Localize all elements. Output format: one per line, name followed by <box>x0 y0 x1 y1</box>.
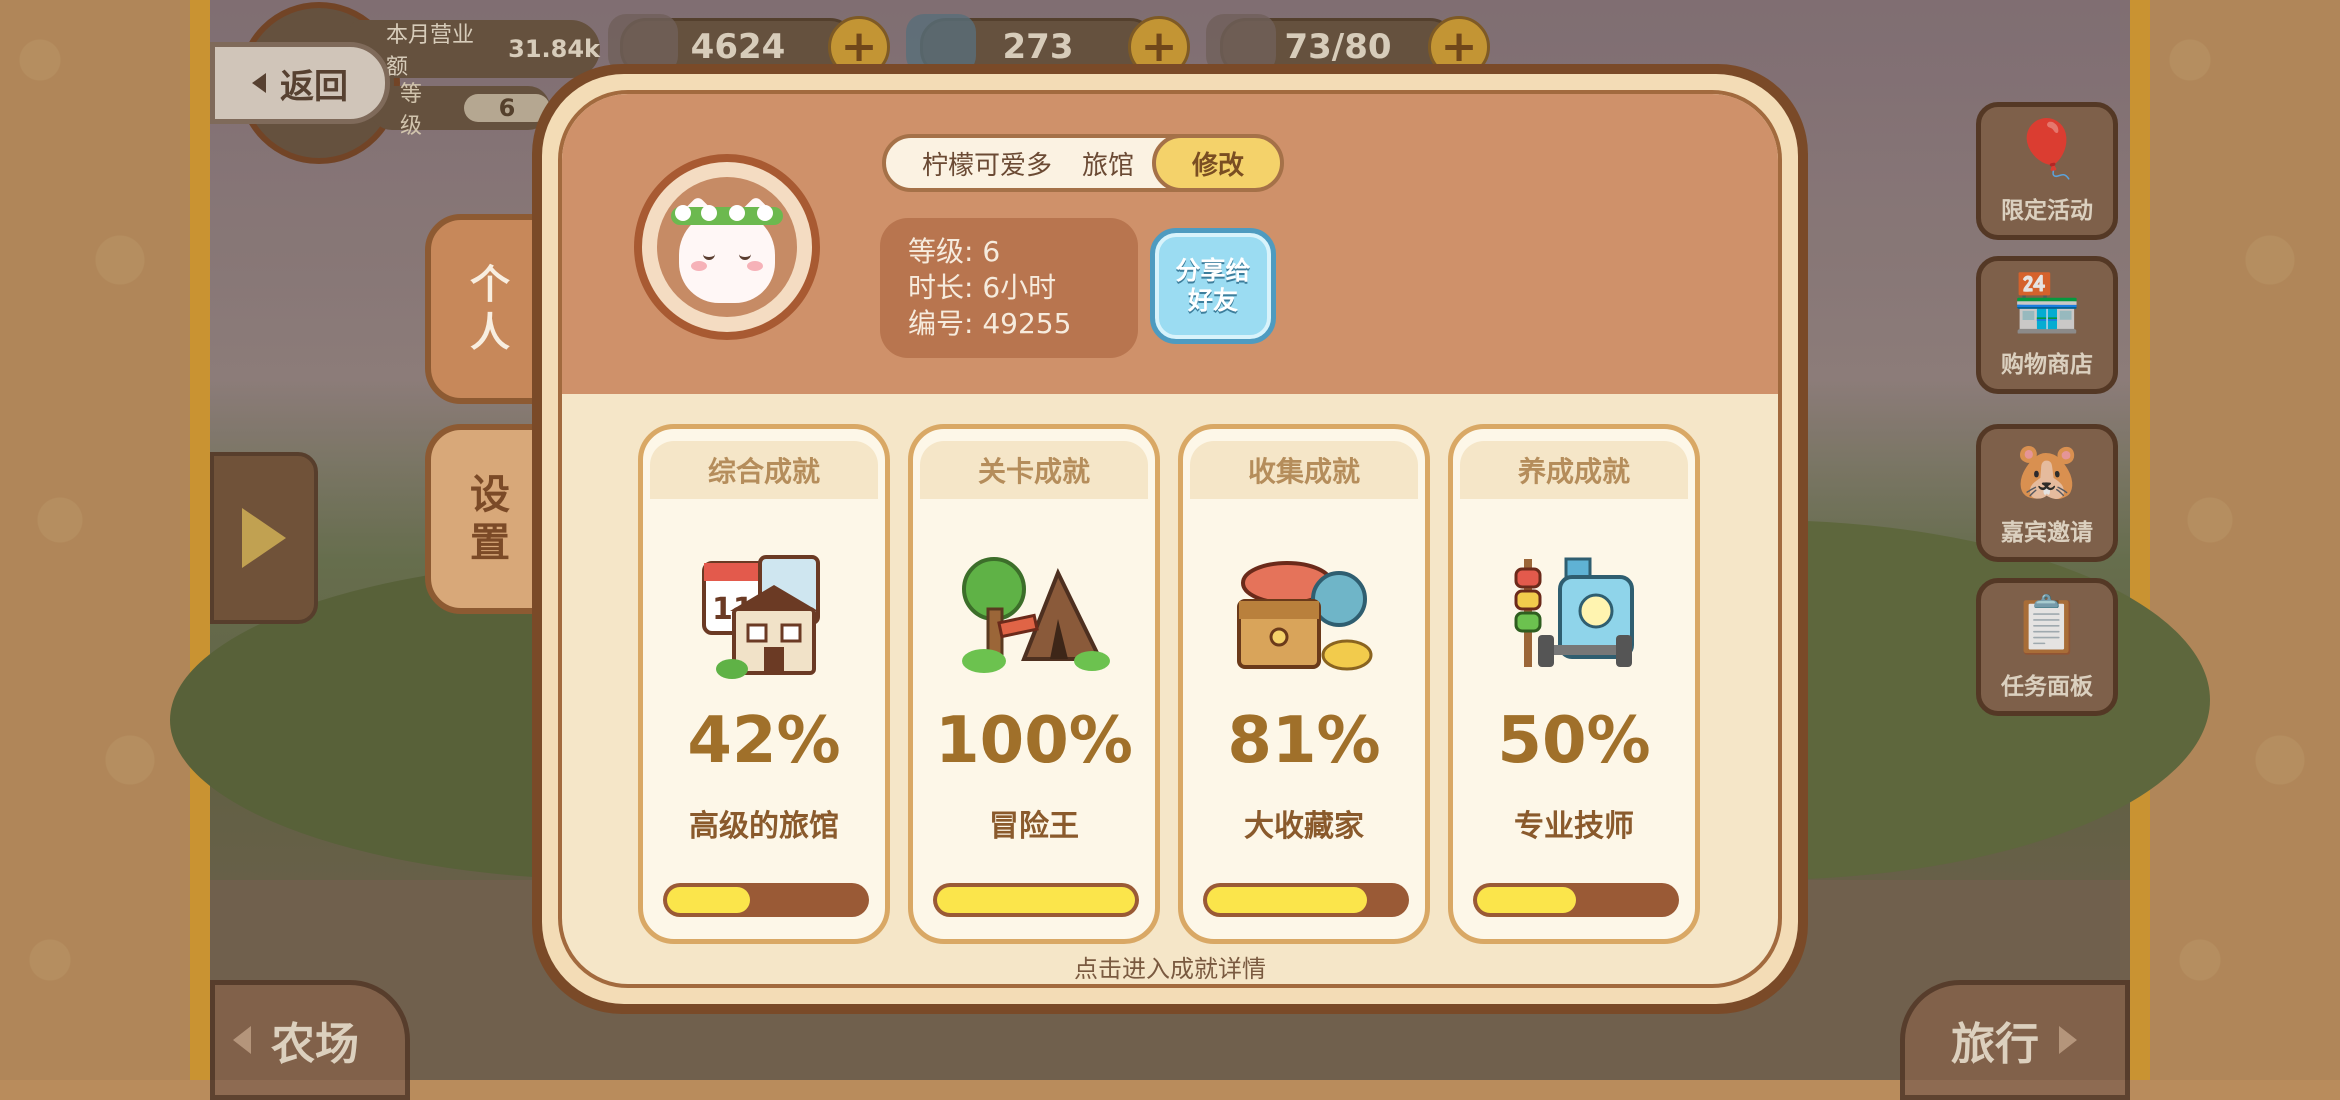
profile-dialog: 柠檬可爱多 旅馆 修改 等级: 6 时长: 6小时 编号: 49255 分享给 … <box>532 64 1808 1014</box>
profile-dialog-frame: 柠檬可爱多 旅馆 修改 等级: 6 时长: 6小时 编号: 49255 分享给 … <box>542 74 1798 1004</box>
achievement-card-collection[interactable]: 收集成就 81% 大收藏家 <box>1178 424 1430 944</box>
achievement-name: 专业技师 <box>1514 809 1634 844</box>
share-label-line1: 分享给 <box>1175 256 1251 285</box>
profile-panel: 柠檬可爱多 旅馆 修改 等级: 6 时长: 6小时 编号: 49255 分享给 … <box>558 90 1782 988</box>
achievement-card-overall[interactable]: 综合成就 11 <box>638 424 890 944</box>
edit-name-button[interactable]: 修改 <box>1152 134 1284 192</box>
fitness-tools-icon <box>1504 549 1644 679</box>
achievement-progress-bar <box>933 883 1139 917</box>
achievement-name: 大收藏家 <box>1244 809 1364 844</box>
achievement-progress-fill <box>1207 887 1368 913</box>
achievement-progress-fill <box>667 887 751 913</box>
tab-personal-label: 个 人 <box>470 262 510 356</box>
share-to-friends-button[interactable]: 分享给 好友 <box>1150 228 1276 344</box>
share-label-line2: 好友 <box>1187 286 1238 315</box>
achievement-percent: 100% <box>935 704 1133 778</box>
inn-suffix: 旅馆 <box>1082 150 1135 181</box>
achievement-title: 关卡成就 <box>920 441 1148 499</box>
inn-name: 柠檬可爱多 <box>922 150 1053 181</box>
profile-duration: 时长: 6小时 <box>908 271 1057 304</box>
achievement-percent: 50% <box>1497 704 1651 778</box>
adventure-camp-icon <box>962 549 1110 679</box>
treasure-chest-icon <box>1234 549 1374 679</box>
achievement-cards: 综合成就 11 <box>638 424 1700 944</box>
achievement-progress-bar <box>663 883 869 917</box>
avatar-portrait <box>657 177 797 317</box>
achievement-progress-fill <box>937 887 1135 913</box>
inn-calendar-icon: 11 <box>694 549 834 679</box>
achievement-title: 养成成就 <box>1460 441 1688 499</box>
achievement-details-hint[interactable]: 点击进入成就详情 <box>562 949 1778 984</box>
flower-wreath-icon <box>671 205 783 225</box>
achievement-percent: 81% <box>1227 704 1381 778</box>
profile-info-box: 等级: 6 时长: 6小时 编号: 49255 <box>880 218 1138 358</box>
achievement-progress-bar <box>1203 883 1409 917</box>
profile-level: 等级: 6 <box>908 235 1001 268</box>
achievement-name: 冒险王 <box>989 809 1079 844</box>
profile-id: 编号: 49255 <box>908 307 1072 340</box>
profile-avatar[interactable] <box>634 154 820 340</box>
tab-settings-label: 设 置 <box>470 472 510 566</box>
achievement-card-growth[interactable]: 养成成就 50% 专业技师 <box>1448 424 1700 944</box>
achievement-title: 综合成就 <box>650 441 878 499</box>
achievement-name: 高级的旅馆 <box>689 809 839 844</box>
achievement-card-levels[interactable]: 关卡成就 100% 冒险王 <box>908 424 1160 944</box>
achievement-progress-fill <box>1477 887 1576 913</box>
achievement-title: 收集成就 <box>1190 441 1418 499</box>
achievement-percent: 42% <box>687 704 841 778</box>
achievement-progress-bar <box>1473 883 1679 917</box>
edit-label: 修改 <box>1191 150 1244 181</box>
